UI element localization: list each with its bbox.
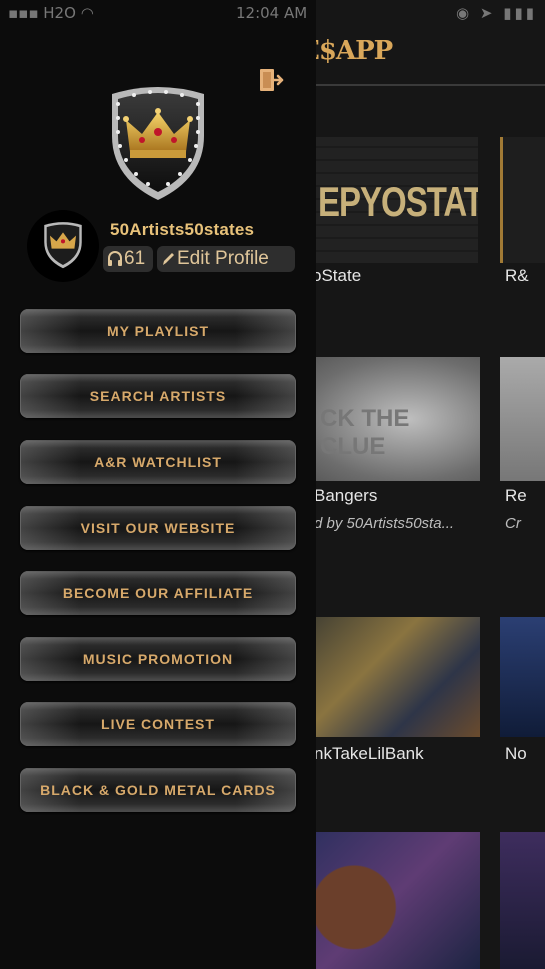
album-thumbnail[interactable]: CK THE CLUE [300,357,480,481]
logout-icon[interactable] [258,66,286,94]
menu-item-label: MUSIC PROMOTION [82,651,234,667]
card-title: nkTakeLilBank [314,744,424,763]
thumbnail-title: CK THE CLUE [320,405,410,460]
wifi-icon: ◠ [80,4,94,22]
menu-item-label: SEARCH ARTISTS [89,388,227,404]
edit-profile-button[interactable]: Edit Profile [157,246,295,272]
thumbnail-title: EPYOSTATE [318,178,478,225]
navigation-drawer: 50Artists50states 61 Edit Profile MY PLA… [0,0,316,969]
carrier-label: H2O [43,4,76,22]
signal-icon: ▪▪▪ H2O ◠ [8,4,94,22]
avatar-shield-icon [44,222,82,269]
card-title: No [505,744,527,763]
card-title: R& [505,266,529,285]
menu-item-my-playlist[interactable]: MY PLAYLIST [20,309,296,353]
menu-item-visit-website[interactable]: VISIT OUR WEBSITE [20,506,296,550]
menu-item-label: BLACK & GOLD METAL CARDS [40,782,276,798]
menu-item-label: A&R WATCHLIST [94,454,222,470]
menu-item-live-contest[interactable]: LIVE CONTEST [20,702,296,746]
album-thumbnail[interactable] [300,832,480,969]
battery-icon: ◉ ➤ ▮▮▮ [456,4,537,22]
menu-item-become-affiliate[interactable]: BECOME OUR AFFILIATE [20,571,296,615]
menu-item-search-artists[interactable]: SEARCH ARTISTS [20,374,296,418]
card-title: oState [312,266,362,285]
headphones-icon [108,251,122,266]
menu-item-ar-watchlist[interactable]: A&R WATCHLIST [20,440,296,484]
menu-item-label: BECOME OUR AFFILIATE [62,585,254,601]
album-thumbnail[interactable] [500,137,545,263]
clock: 12:04 AM [236,4,308,22]
crown-shield-logo [112,87,204,200]
status-bar: ▪▪▪ H2O ◠ 12:04 AM ◉ ➤ ▮▮▮ [0,0,545,26]
album-thumbnail[interactable] [500,617,545,737]
menu-item-music-promotion[interactable]: MUSIC PROMOTION [20,637,296,681]
card-title: Bangers [314,486,378,505]
album-thumbnail[interactable] [300,617,480,737]
listen-count: 61 [124,248,146,269]
pencil-icon [163,253,174,265]
card-title: Re [505,486,527,505]
listen-count-badge: 61 [103,246,153,272]
card-subtitle: Cr [505,515,521,532]
menu-item-label: MY PLAYLIST [106,323,210,339]
avatar[interactable] [27,210,99,282]
menu-item-metal-cards[interactable]: BLACK & GOLD METAL CARDS [20,768,296,812]
menu-item-label: LIVE CONTEST [101,716,215,732]
header-divider [316,84,545,86]
menu-item-label: VISIT OUR WEBSITE [80,520,236,536]
album-thumbnail[interactable]: EPYOSTATE [300,137,478,263]
card-subtitle: d by 50Artists50sta... [314,515,455,532]
album-thumbnail[interactable] [500,357,545,481]
username: 50Artists50states [110,220,255,239]
edit-profile-label: Edit Profile [177,248,269,269]
album-thumbnail[interactable] [500,832,545,969]
